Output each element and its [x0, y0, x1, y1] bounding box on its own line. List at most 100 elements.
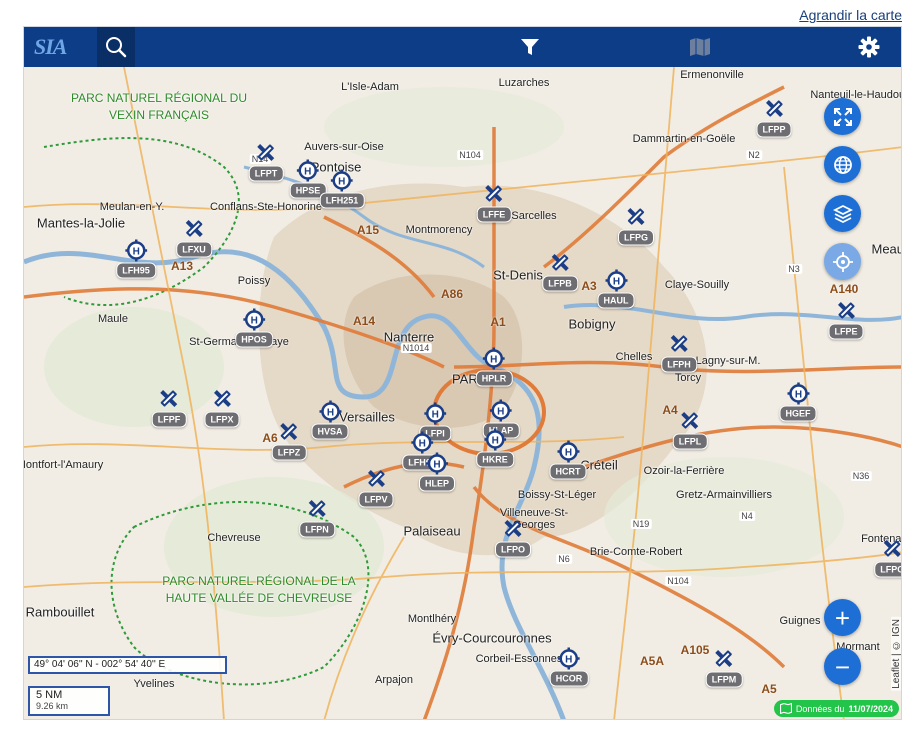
place-label: Nanteuil-le-Haudouin	[810, 89, 901, 101]
aerodrome-marker[interactable]: LFPB	[542, 251, 578, 292]
aerodrome-code: LFH95	[116, 262, 156, 279]
airport-icon	[504, 520, 522, 537]
heliport-icon: H	[558, 647, 580, 670]
filter-icon	[521, 39, 539, 55]
settings-button[interactable]	[857, 35, 881, 59]
road-label: N19	[630, 519, 652, 529]
data-badge-date: 11/07/2024	[848, 703, 893, 714]
aerodrome-code: HCRT	[549, 463, 587, 480]
place-label: L'Isle-Adam	[341, 81, 399, 93]
map-widget: SIA PARC NATUREL RÉGIONAL DU VEXIN FRANÇ…	[23, 26, 902, 720]
aerodrome-marker[interactable]: LFPX	[204, 387, 240, 428]
heliport-icon: H	[296, 159, 319, 182]
aerodrome-marker[interactable]: H HVSA	[311, 400, 349, 440]
fullscreen-button[interactable]	[824, 98, 861, 135]
aerodrome-marker[interactable]: LFPE	[828, 299, 864, 340]
locate-icon	[832, 251, 853, 272]
aerodrome-marker[interactable]: LFXU	[176, 217, 212, 258]
svg-text:H: H	[564, 448, 571, 459]
road-label: N2	[746, 150, 762, 160]
aerodrome-marker[interactable]: LFPV	[358, 467, 394, 508]
aerodrome-code: LFFE	[476, 206, 512, 223]
svg-text:H: H	[794, 390, 801, 401]
place-label: Palaiseau	[403, 523, 461, 539]
place-label: Luzarches	[498, 77, 550, 89]
airport-icon	[715, 650, 733, 667]
place-label: Évry-Courcouronnes	[432, 630, 552, 646]
airport-icon	[257, 144, 275, 161]
heliport-icon: H	[483, 347, 505, 370]
airport-icon	[765, 100, 783, 117]
zoom-out-button[interactable]: −	[824, 648, 861, 685]
aerodrome-code: LFPF	[151, 411, 187, 428]
place-label: Gretz-Armainvilliers	[676, 489, 772, 501]
park-vexin: PARC NATUREL RÉGIONAL DU VEXIN FRANÇAIS	[70, 91, 248, 122]
park-chevreuse: PARC NATUREL RÉGIONAL DE LA HAUTE VALLÉE…	[162, 574, 356, 605]
filter-button[interactable]	[518, 35, 542, 59]
aerodrome-marker[interactable]: LFPM	[705, 647, 743, 688]
svg-text:H: H	[338, 177, 345, 188]
zoom-in-button[interactable]: +	[824, 599, 861, 636]
road-label: A1	[490, 315, 506, 329]
aerodrome-marker[interactable]: LFPP	[756, 97, 792, 138]
airport-icon	[627, 208, 645, 225]
place-label: Conflans-Ste-Honorine	[210, 201, 322, 213]
svg-text:H: H	[497, 407, 504, 418]
airport-icon	[485, 185, 503, 202]
aerodrome-marker[interactable]: LFPO	[495, 517, 531, 558]
aerodrome-marker[interactable]: LFFE	[476, 182, 512, 223]
aerodrome-marker[interactable]: H LFH251	[319, 169, 365, 209]
aerodrome-marker[interactable]: LFPC	[874, 537, 901, 578]
aerodrome-code: HKRE	[476, 451, 514, 468]
place-label: Chelles	[615, 351, 653, 363]
locate-button[interactable]	[824, 243, 861, 280]
aerodrome-marker[interactable]: LFPL	[672, 409, 708, 450]
data-badge-prefix: Données du	[795, 703, 845, 714]
aerodrome-marker[interactable]: H HCRT	[549, 440, 587, 480]
aerodrome-code: LFPM	[705, 671, 743, 688]
aerodrome-marker[interactable]: H HGEF	[779, 382, 817, 422]
aerodrome-marker[interactable]: LFPF	[151, 387, 187, 428]
top-toolbar: SIA	[24, 27, 901, 67]
airport-icon	[308, 500, 326, 517]
aerodrome-marker[interactable]: H HPLR	[475, 347, 513, 387]
map-icon	[779, 703, 792, 714]
airport-icon	[367, 470, 385, 487]
place-label: Yvelines	[133, 678, 175, 690]
aerodrome-marker[interactable]: LFPZ	[271, 420, 307, 461]
road-label: N36	[850, 471, 872, 481]
svg-text:H: H	[304, 167, 311, 178]
layers-button[interactable]	[824, 195, 861, 232]
aerodrome-code: HPLR	[475, 370, 513, 387]
road-label: A5	[761, 682, 777, 696]
aerodrome-marker[interactable]: H HAUL	[597, 269, 635, 309]
place-label: Boissy-St-Léger	[517, 489, 597, 501]
heliport-icon: H	[242, 308, 265, 331]
globe-button[interactable]	[824, 146, 861, 183]
aerodrome-marker[interactable]: LFPT	[248, 141, 284, 182]
map-canvas[interactable]: PARC NATUREL RÉGIONAL DU VEXIN FRANÇAIS …	[24, 67, 901, 719]
search-button[interactable]	[97, 27, 135, 67]
aerodrome-marker[interactable]: LFPG	[618, 205, 654, 246]
svg-text:H: H	[490, 355, 497, 366]
road-label: A140	[829, 282, 859, 296]
aerodrome-marker[interactable]: LFPN	[299, 497, 335, 538]
aerodrome-code: LFPL	[672, 433, 708, 450]
aerodrome-marker[interactable]: H HLEP	[418, 452, 456, 492]
scale-km: 9.26 km	[36, 701, 69, 711]
aerodrome-marker[interactable]: H HKRE	[476, 428, 514, 468]
airport-icon	[213, 390, 231, 407]
map-layers-button[interactable]	[688, 35, 712, 59]
aerodrome-code: LFPX	[204, 411, 240, 428]
aerodrome-marker[interactable]: H HCOR	[549, 647, 589, 687]
aerodrome-marker[interactable]: H LFH95	[116, 239, 156, 279]
coordinate-readout: 49° 04' 06'' N - 002° 54' 40'' E	[28, 656, 227, 674]
enlarge-map-link[interactable]: Agrandir la carte	[799, 7, 902, 23]
aerodrome-marker[interactable]: LFPH	[661, 332, 697, 373]
aerodrome-marker[interactable]: H HPOS	[235, 308, 273, 348]
place-label: Bobigny	[568, 316, 616, 332]
aerodrome-code: LFPC	[874, 561, 901, 578]
place-label: Maule	[98, 313, 128, 325]
place-label: Montlhéry	[407, 613, 457, 625]
map-attribution[interactable]: Leaflet | © IGN	[891, 617, 901, 691]
